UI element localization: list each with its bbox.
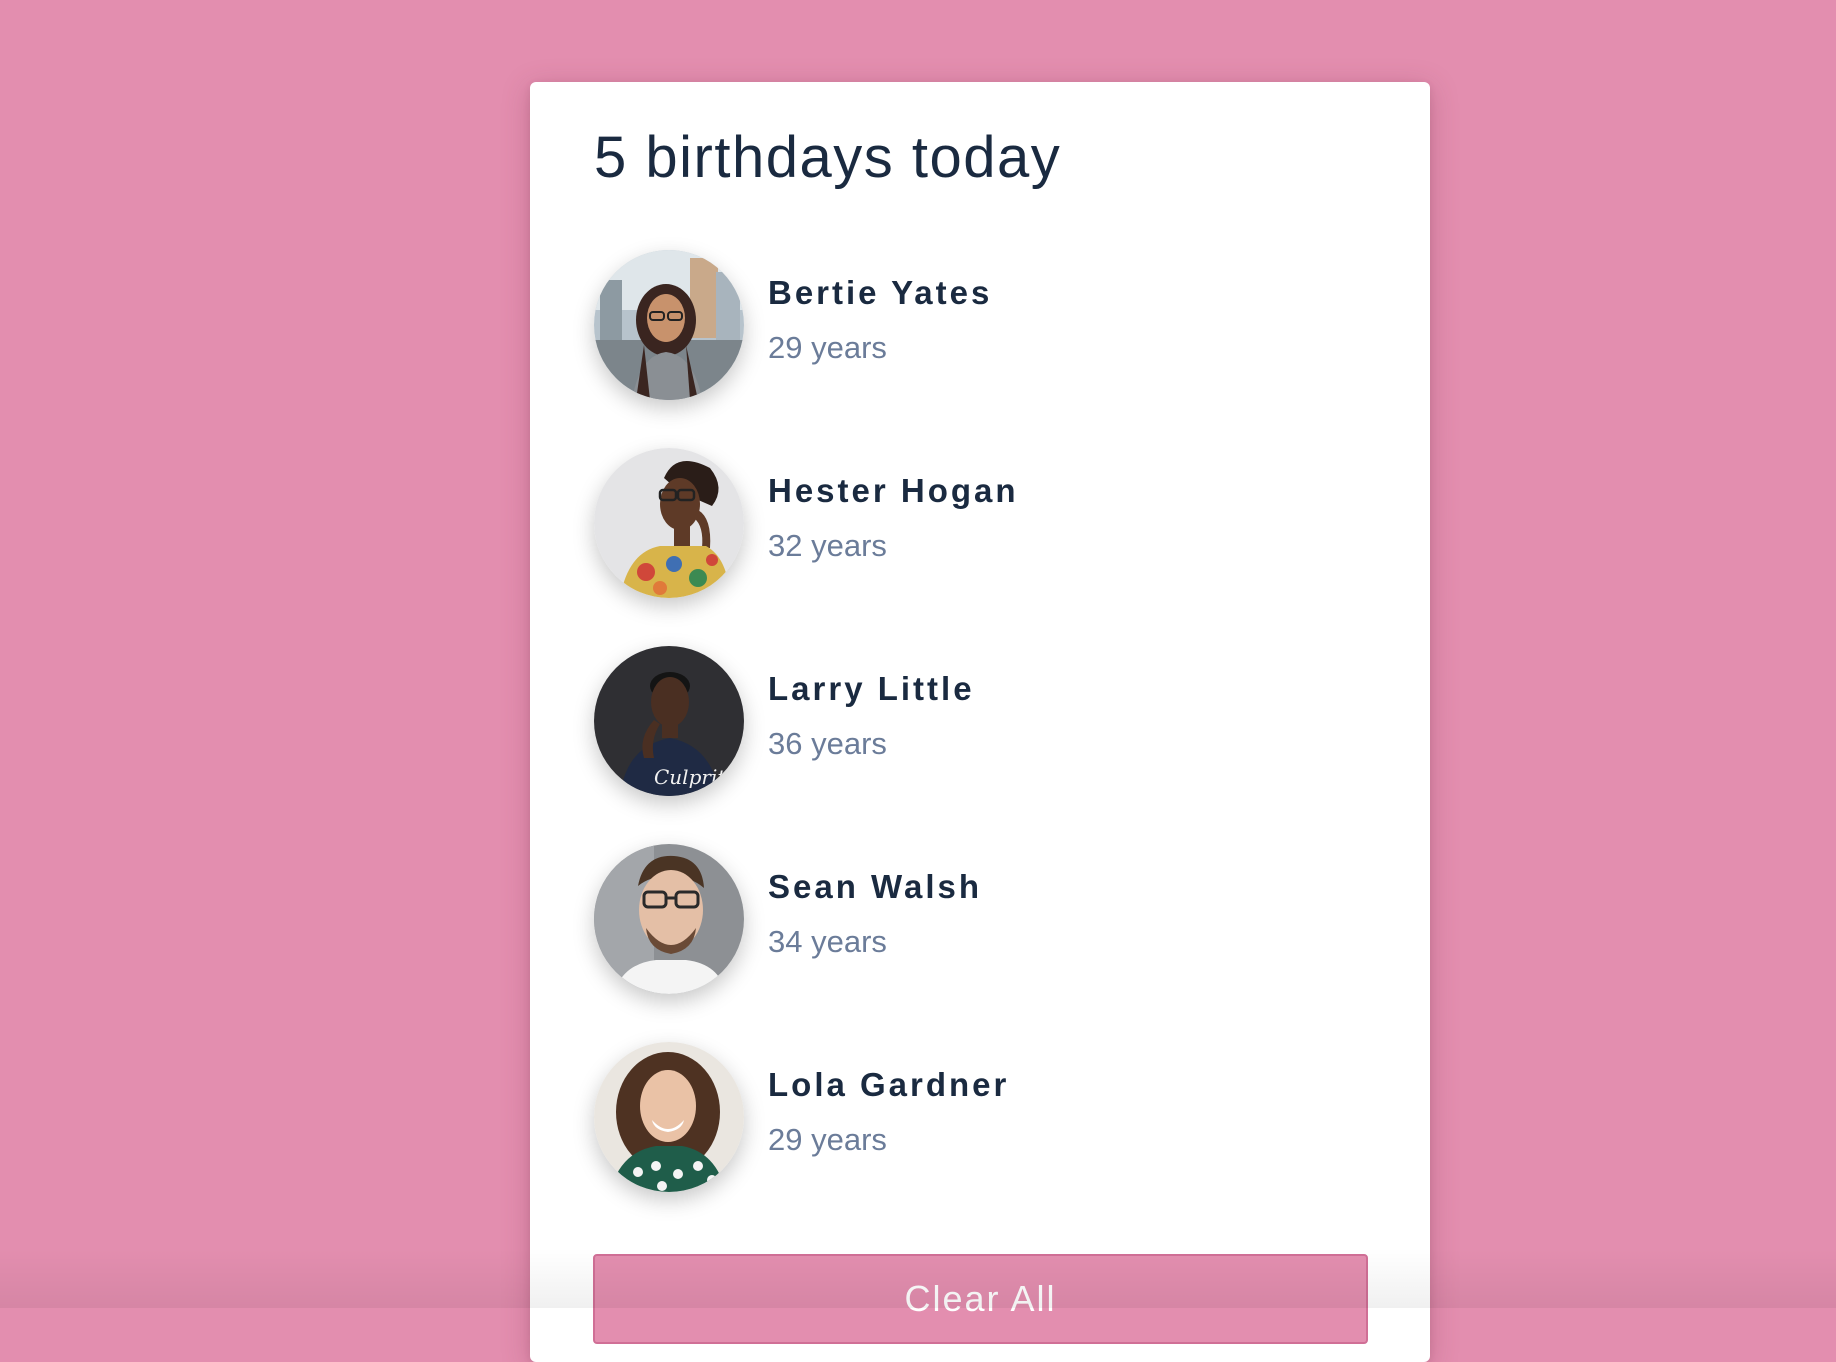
person-name: Hester Hogan [768,472,1019,509]
person-age: 34 years [768,924,887,959]
person-name: Lola Gardner [768,1066,1010,1103]
avatar [594,844,744,994]
list-item: Hester Hogan 32 years [594,448,1294,598]
avatar [594,1042,744,1192]
person-name: Larry Little [768,670,975,707]
list-item: Culprit Larry Little 36 years [594,646,1294,796]
person-name: Sean Walsh [768,868,982,905]
list-item: Lola Gardner 29 years [594,1042,1294,1192]
avatar-man-glasses-icon [594,844,744,994]
svg-text:Culprit: Culprit [654,765,726,789]
birthday-card: 5 birthdays today Bertie Yates 29 years [530,82,1430,1362]
person-age: 29 years [768,330,887,365]
list-item: Sean Walsh 34 years [594,844,1294,994]
avatar [594,250,744,400]
page-title: 5 birthdays today [594,125,1062,190]
person-age: 29 years [768,1122,887,1157]
avatar-woman-floral-shirt-icon [594,448,744,598]
avatar-man-dark-tshirt-icon: Culprit [594,646,744,796]
avatar [594,448,744,598]
avatar: Culprit [594,646,744,796]
person-name: Bertie Yates [768,274,993,311]
clear-all-button[interactable]: Clear All [593,1254,1368,1344]
avatar-woman-glasses-street-icon [594,250,744,400]
list-item: Bertie Yates 29 years [594,250,1294,400]
avatar-woman-curly-hair-icon [594,1042,744,1192]
person-age: 36 years [768,726,887,761]
person-age: 32 years [768,528,887,563]
